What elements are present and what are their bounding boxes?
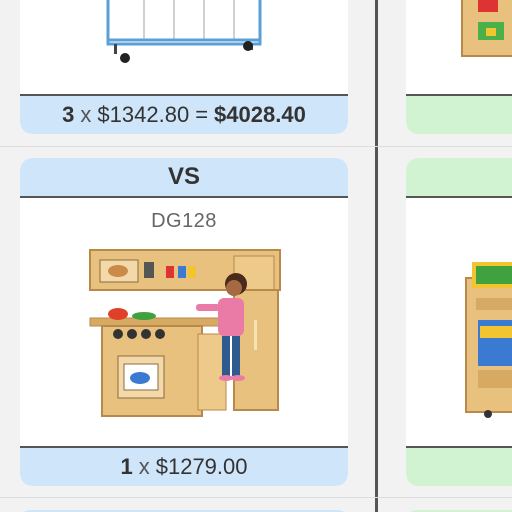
column-divider xyxy=(375,0,378,512)
unit-price: $1279.00 xyxy=(155,454,248,479)
row-separator xyxy=(0,146,512,147)
price-summary: 1 x $1279.00 xyxy=(20,446,348,486)
product-sku: DG128 xyxy=(151,210,217,232)
play-kitchen-image[interactable] xyxy=(88,244,284,422)
price-summary: 3 x $1342.80 = $4028.40 xyxy=(20,94,348,134)
shelf-unit-image xyxy=(461,0,512,57)
times-sign: x xyxy=(80,102,92,127)
product-card-right-top[interactable] xyxy=(406,0,512,134)
right-card-header: I xyxy=(406,158,512,198)
vs-header: VS xyxy=(20,158,348,198)
storage-cabinet-image xyxy=(106,0,262,63)
unit-price: $1342.80 xyxy=(97,102,190,127)
compare-page: { "top_card": { "foot": { "qty": "3", "x… xyxy=(0,0,512,512)
total-price: $4028.40 xyxy=(214,102,306,127)
quantity: 3 xyxy=(62,102,75,127)
book-display-image xyxy=(465,262,512,418)
price-summary xyxy=(406,94,512,134)
quantity: 1 xyxy=(120,454,133,479)
equals-sign: = xyxy=(195,102,209,127)
price-summary xyxy=(406,446,512,486)
times-sign: x xyxy=(138,454,150,479)
product-card-top: 3 x $1342.80 = $4028.40 xyxy=(20,0,348,134)
product-card-main[interactable]: VS DG128 1 x $1279.00 xyxy=(20,158,348,486)
row-separator xyxy=(0,497,512,498)
product-card-right-main[interactable]: I xyxy=(406,158,512,486)
